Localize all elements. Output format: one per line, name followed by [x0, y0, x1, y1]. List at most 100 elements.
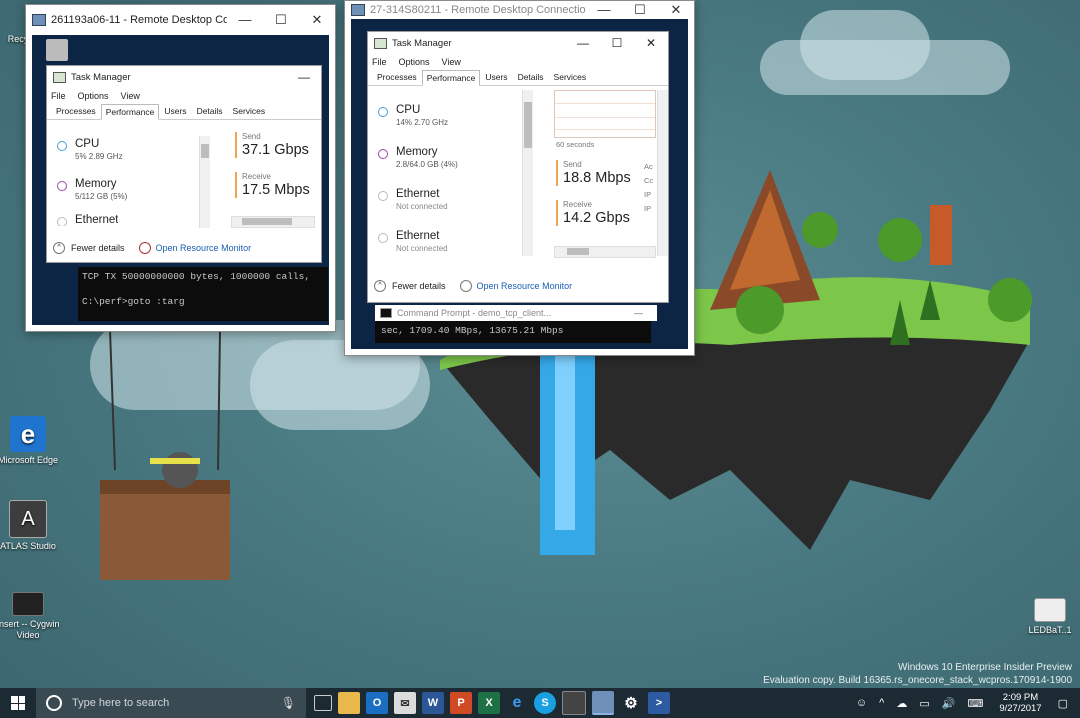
tab-processes[interactable]: Processes [51, 103, 101, 119]
volume-icon[interactable]: 🔊 [942, 697, 956, 710]
task-view-icon[interactable] [314, 695, 332, 711]
resource-item-ethernet[interactable]: Ethernet [57, 214, 118, 226]
tab-users[interactable]: Users [480, 69, 512, 85]
chevron-up-icon[interactable]: ^ [879, 697, 884, 709]
chevron-up-icon[interactable]: ^ [53, 242, 65, 254]
tab-performance[interactable]: Performance [100, 104, 160, 120]
mail-icon[interactable]: ✉ [394, 692, 416, 714]
media-app-icon[interactable] [562, 691, 586, 715]
task-manager-window[interactable]: Task Manager — File Options View Process… [46, 65, 322, 263]
file-explorer-icon[interactable] [338, 692, 360, 714]
action-center-icon[interactable]: ▢ [1058, 697, 1068, 710]
minimize-button[interactable]: — [227, 12, 263, 28]
settings-gear-icon[interactable]: ⚙ [620, 692, 642, 714]
resource-name: Ethernet [396, 188, 440, 200]
tab-processes[interactable]: Processes [372, 69, 422, 85]
task-manager-title-bar[interactable]: Task Manager — ☐ ✕ [368, 32, 668, 54]
command-prompt-title-bar[interactable]: Command Prompt - demo_tcp_client... — [375, 305, 657, 321]
tab-performance[interactable]: Performance [421, 70, 481, 86]
maximize-button[interactable]: ☐ [622, 2, 658, 18]
resource-item-ethernet[interactable]: Ethernet Not connected [378, 230, 448, 253]
rdp-window-title: 261193a06-11 - Remote Desktop Connec... [51, 14, 227, 26]
scrollbar-thumb[interactable] [567, 248, 589, 255]
system-clock[interactable]: 2:09 PM 9/27/2017 [999, 692, 1041, 714]
microphone-icon[interactable]: 🎙 [281, 696, 296, 710]
menu-options[interactable]: Options [78, 91, 109, 101]
desktop-icon-ledbat[interactable]: LEDBaT..1 [1014, 598, 1080, 636]
skype-icon[interactable]: S [534, 692, 556, 714]
keyboard-icon[interactable]: ⌨ [967, 697, 983, 710]
remote-session-view[interactable]: Task Manager — File Options View Process… [32, 35, 329, 325]
excel-icon[interactable]: X [478, 692, 500, 714]
remote-desktop-icon[interactable] [592, 691, 614, 715]
maximize-button[interactable]: ☐ [263, 12, 299, 28]
minimize-button[interactable]: — [634, 308, 643, 318]
tab-services[interactable]: Services [228, 103, 271, 119]
fewer-details-link[interactable]: Fewer details [71, 243, 125, 253]
people-icon[interactable]: ☺ [856, 697, 867, 709]
task-manager-title-bar[interactable]: Task Manager — [47, 66, 321, 88]
resource-list-scrollbar[interactable] [522, 90, 533, 256]
resource-item-cpu[interactable]: CPU 14% 2.70 GHz [378, 104, 448, 127]
resource-list-scrollbar[interactable] [199, 136, 210, 228]
rdp-window-left[interactable]: 261193a06-11 - Remote Desktop Connec... … [25, 4, 336, 332]
resource-name: CPU [75, 138, 100, 150]
word-icon[interactable]: W [422, 692, 444, 714]
rdp-window-right[interactable]: 27-314S80211 - Remote Desktop Connection… [344, 0, 695, 356]
maximize-button[interactable]: ☐ [600, 36, 634, 50]
close-button[interactable]: ✕ [634, 36, 668, 50]
console-line: TCP TX 50000000000 bytes, 1000000 calls, [82, 271, 311, 282]
close-button[interactable]: ✕ [658, 2, 694, 18]
property-label: IP [644, 190, 652, 199]
desktop-icon-edge[interactable]: e Microsoft Edge [0, 416, 64, 466]
menu-file[interactable]: File [372, 57, 387, 67]
taskbar-search-box[interactable]: Type here to search 🎙 [36, 688, 306, 718]
powershell-icon[interactable]: > [648, 692, 670, 714]
remote-session-view[interactable]: Task Manager — ☐ ✕ File Options View Proce… [351, 19, 688, 349]
resource-item-cpu[interactable]: CPU 5% 2.89 GHz [57, 138, 123, 161]
scrollbar-thumb[interactable] [524, 102, 532, 148]
evaluation-watermark: Windows 10 Enterprise Insider Preview Ev… [763, 661, 1072, 687]
open-resource-monitor-link[interactable]: Open Resource Monitor [477, 281, 573, 291]
memory-indicator-icon [378, 149, 388, 159]
resource-item-ethernet[interactable]: Ethernet Not connected [378, 188, 448, 211]
command-prompt-output[interactable]: TCP TX 50000000000 bytes, 1000000 calls,… [78, 267, 328, 321]
scrollbar-thumb[interactable] [242, 218, 292, 225]
powerpoint-icon[interactable]: P [450, 692, 472, 714]
horizontal-scrollbar[interactable] [554, 246, 656, 258]
rdp-title-bar[interactable]: 27-314S80211 - Remote Desktop Connection… [345, 1, 694, 19]
start-button[interactable] [0, 688, 36, 718]
scrollbar-thumb[interactable] [201, 144, 209, 158]
ethernet-indicator-icon [57, 217, 67, 226]
menu-file[interactable]: File [51, 91, 66, 101]
chevron-up-icon[interactable]: ^ [374, 280, 386, 292]
property-label: Cc [644, 176, 654, 185]
tab-details[interactable]: Details [192, 103, 228, 119]
desktop-icon-cygwin-video[interactable]: Insert -- Cygwin Video [0, 592, 64, 641]
detail-pane-scrollbar[interactable] [657, 90, 668, 256]
fewer-details-link[interactable]: Fewer details [392, 281, 446, 291]
tab-details[interactable]: Details [513, 69, 549, 85]
horizontal-scrollbar[interactable] [231, 216, 315, 228]
outlook-icon[interactable]: O [366, 692, 388, 714]
tab-users[interactable]: Users [159, 103, 191, 119]
menu-view[interactable]: View [442, 57, 461, 67]
menu-view[interactable]: View [121, 91, 140, 101]
rdp-title-bar[interactable]: 261193a06-11 - Remote Desktop Connec... … [26, 5, 335, 35]
resource-item-memory[interactable]: Memory 5/112 GB (5%) [57, 178, 127, 201]
menu-options[interactable]: Options [399, 57, 430, 67]
open-resource-monitor-link[interactable]: Open Resource Monitor [156, 243, 252, 253]
task-manager-window[interactable]: Task Manager — ☐ ✕ File Options View Proce… [367, 31, 669, 303]
minimize-button[interactable]: — [287, 70, 321, 84]
minimize-button[interactable]: — [566, 36, 600, 50]
close-button[interactable]: ✕ [299, 12, 335, 28]
command-prompt-output[interactable]: sec, 1709.40 MBps, 13675.21 Mbps [375, 321, 651, 343]
edge-icon[interactable]: e [506, 692, 528, 714]
network-icon[interactable]: ▭ [919, 697, 929, 710]
tab-services[interactable]: Services [549, 69, 592, 85]
task-manager-icon [53, 71, 66, 83]
onedrive-icon[interactable]: ☁ [896, 697, 907, 710]
minimize-button[interactable]: — [586, 2, 622, 18]
resource-item-memory[interactable]: Memory 2.8/64.0 GB (4%) [378, 146, 458, 169]
desktop-icon-atlas-studio[interactable]: A ATLAS Studio [0, 500, 64, 552]
